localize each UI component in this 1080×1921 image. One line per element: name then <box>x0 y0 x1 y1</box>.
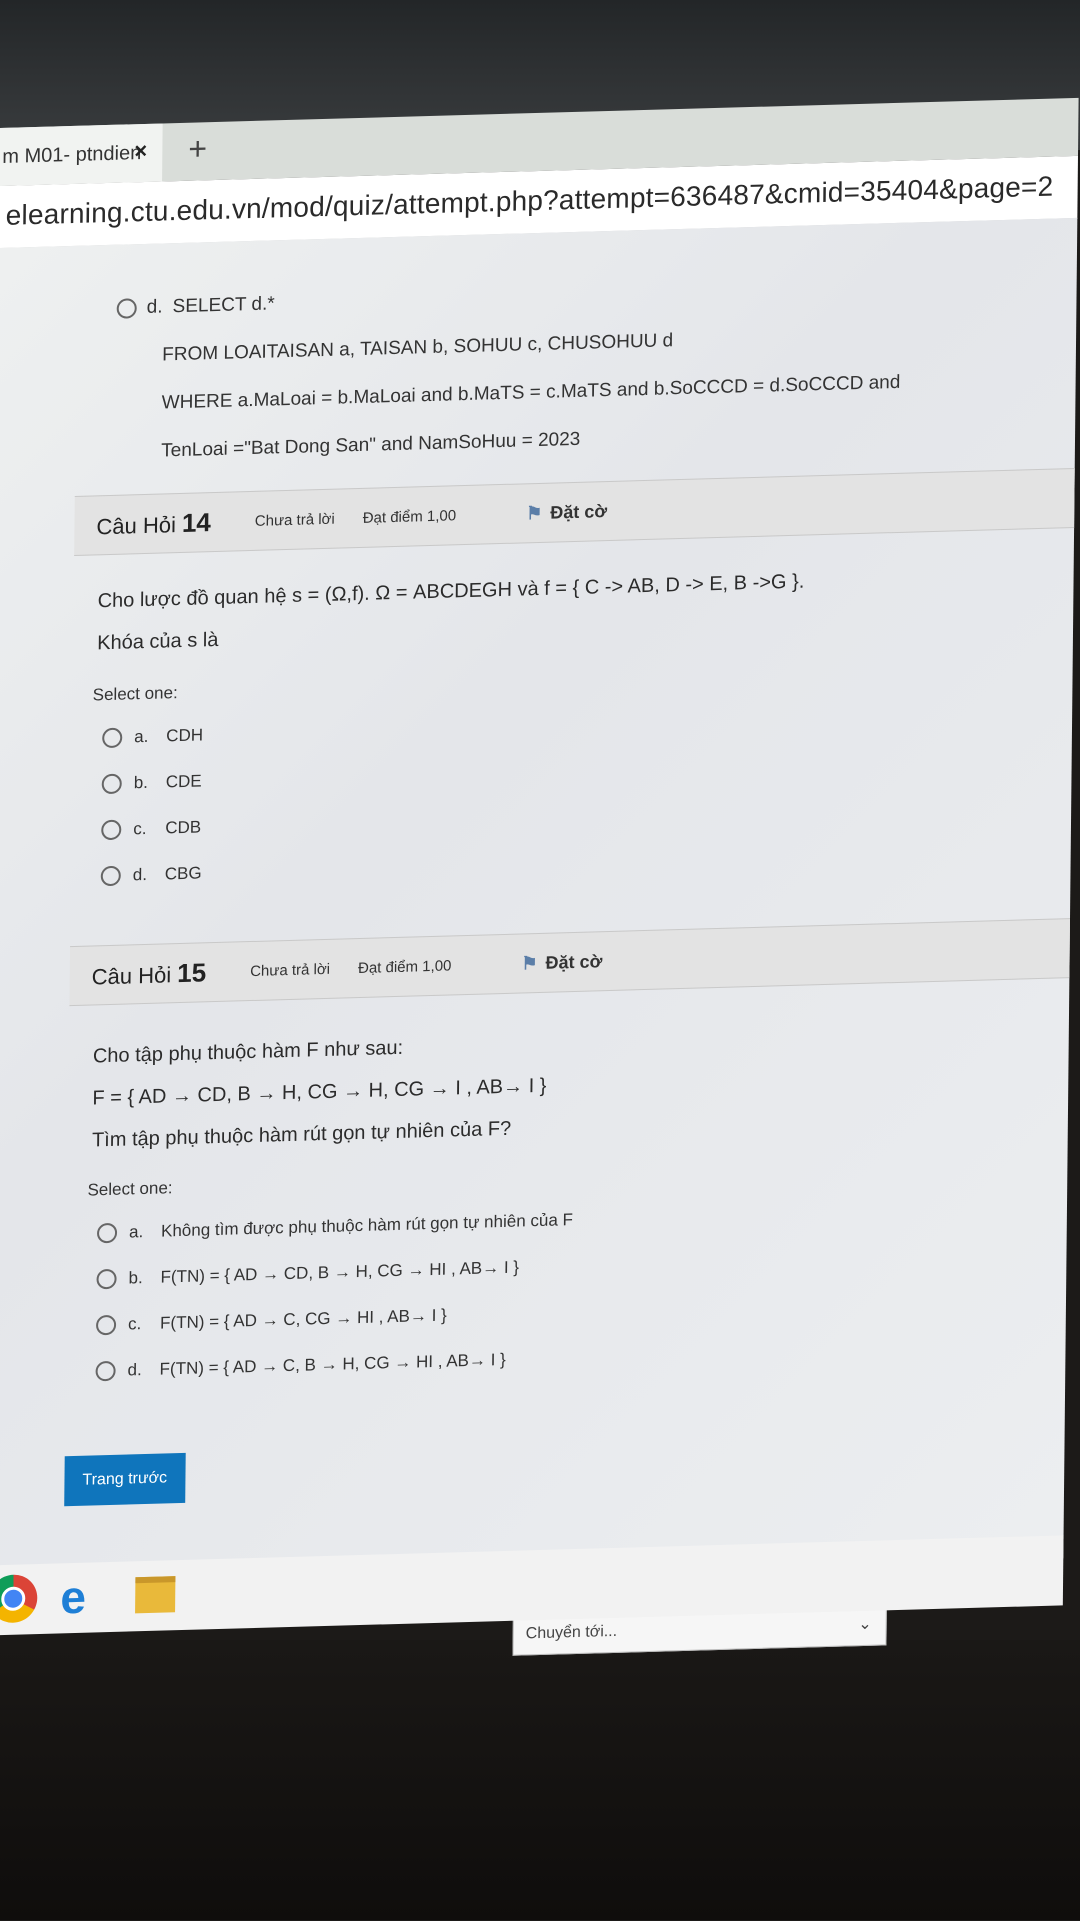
radio-button[interactable] <box>102 727 123 749</box>
question-label: Câu Hỏi <box>96 511 177 539</box>
answer-option-b[interactable]: b. CDE <box>101 758 203 807</box>
radio-button[interactable] <box>95 1314 117 1336</box>
option-letter: c. <box>127 1314 142 1334</box>
option-letter: a. <box>134 726 149 747</box>
question-label: Câu Hỏi <box>91 961 172 989</box>
option-text: F(TN) = { AD → CD, B → H, CG → HI , AB→ … <box>160 1257 520 1287</box>
monitor-screen: m M01- ptndien × + elearning.ctu.edu.vn/… <box>0 0 1080 1921</box>
flag-icon: ⚑ <box>526 502 543 523</box>
edge-icon[interactable]: e <box>49 1571 98 1624</box>
quiz-page: d. SELECT d.* FROM LOAITAISAN a, TAISAN … <box>0 217 1078 1656</box>
question-points: Đạt điểm 1,00 <box>362 506 457 527</box>
new-tab-button[interactable]: + <box>188 130 207 168</box>
question-14-text: Cho lược đồ quan hệ s = (Ω,f). Ω = ABCDE… <box>97 571 804 656</box>
option-text: CDE <box>165 771 202 792</box>
radio-button[interactable] <box>101 819 122 841</box>
tab-title: m M01- ptndien <box>2 141 142 168</box>
previous-question-option-d: d. SELECT d.* FROM LOAITAISAN a, TAISAN … <box>115 263 902 477</box>
radio-button[interactable] <box>95 1360 116 1382</box>
question-state: Chưa trả lời <box>254 510 335 530</box>
answer-option-c[interactable]: c. CDB <box>101 804 202 853</box>
option-text: CDB <box>165 817 202 838</box>
radio-button[interactable] <box>101 773 122 795</box>
question-title: Câu Hỏi 15 <box>92 957 207 991</box>
radio-button[interactable] <box>100 865 121 887</box>
folder-shape <box>135 1576 176 1614</box>
answer-option-a[interactable]: a. CDH <box>102 712 203 761</box>
previous-page-button[interactable]: Trang trước <box>64 1452 186 1507</box>
option-text: F(TN) = { AD → C, B → H, CG → HI , AB→ I… <box>159 1349 506 1379</box>
option-letter: d. <box>146 296 163 318</box>
flag-label: Đặt cờ <box>545 950 603 973</box>
flag-question-button[interactable]: ⚑ Đặt cờ <box>526 501 607 524</box>
option-letter: d. <box>127 1360 142 1380</box>
option-text: F(TN) = { AD → C, CG → HI , AB→ I } <box>159 1305 447 1333</box>
question-title: Câu Hỏi 14 <box>96 507 211 541</box>
answer-option-d[interactable]: d. CBG <box>100 850 202 899</box>
option-letter: b. <box>133 772 149 793</box>
flag-label: Đặt cờ <box>550 500 608 523</box>
select-one-label: Select one: <box>87 1178 173 1200</box>
select-one-label: Select one: <box>92 683 178 705</box>
question-state: Chưa trả lời <box>250 960 331 980</box>
option-letter: d. <box>132 864 148 885</box>
flag-question-button[interactable]: ⚑ Đặt cờ <box>521 951 602 974</box>
question-number: 14 <box>181 506 212 538</box>
radio-button[interactable] <box>96 1222 118 1244</box>
close-tab-icon[interactable]: × <box>134 138 147 164</box>
question-14-options: a. CDH b. CDE c. CDB d. CBG <box>100 712 204 899</box>
chrome-icon[interactable] <box>0 1574 38 1624</box>
question-15-options: a. Không tìm được phụ thuộc hàm rút gọn t… <box>95 1197 573 1394</box>
question-15-text: Cho tập phụ thuộc hàm F như sau: F = { A… <box>92 1033 547 1153</box>
option-text: CBG <box>164 863 202 884</box>
question-number: 15 <box>177 956 207 988</box>
option-text: Không tìm được phụ thuộc hàm rút gọn tự … <box>160 1210 574 1241</box>
option-letter: a. <box>128 1222 144 1242</box>
option-letter: c. <box>133 818 147 839</box>
file-explorer-icon[interactable] <box>131 1570 180 1619</box>
question-14-header: Câu Hỏi 14 Chưa trả lời Đạt điểm 1,00 ⚑ Đặ… <box>74 467 1075 556</box>
option-text: CDH <box>166 725 204 746</box>
radio-button[interactable] <box>116 298 137 319</box>
jump-to-label: Chuyển tới... <box>525 1622 618 1643</box>
option-letter: b. <box>128 1268 143 1288</box>
sql-line: SELECT d.* <box>172 293 275 318</box>
radio-button[interactable] <box>96 1268 117 1290</box>
flag-icon: ⚑ <box>521 952 538 973</box>
browser-tab[interactable]: m M01- ptndien × <box>0 123 163 187</box>
question-points: Đạt điểm 1,00 <box>357 956 452 977</box>
question-15-header: Câu Hỏi 15 Chưa trả lời Đạt điểm 1,00 ⚑ Đặ… <box>69 918 1071 1007</box>
